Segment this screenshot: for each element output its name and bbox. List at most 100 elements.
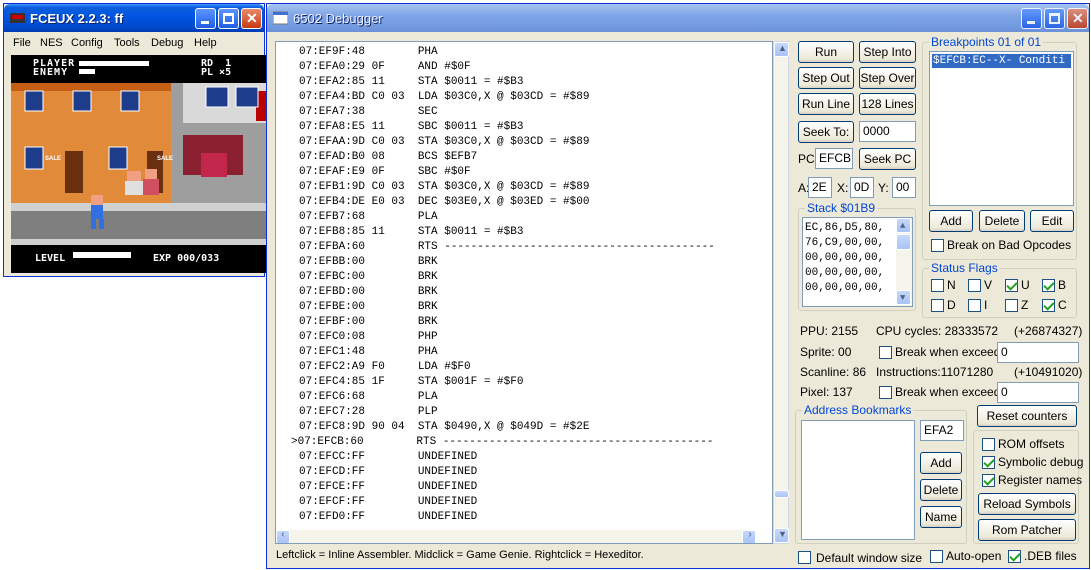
disassembly-line[interactable]: 07:EFBC:00 BRK [299, 270, 438, 285]
close-button[interactable]: ✕ [1067, 8, 1088, 29]
disassembly-line[interactable]: 07:EFB1:9D C0 03 STA $03C0,X @ $03CD = #… [299, 180, 589, 195]
disassembly-line[interactable]: 07:EFC6:68 PLA [299, 390, 438, 405]
instructions-break-checkbox[interactable] [879, 386, 892, 399]
deb-files-checkbox[interactable] [1008, 550, 1021, 563]
rom-offsets-checkbox[interactable] [982, 438, 995, 451]
disassembly-line[interactable]: 07:EFC2:A9 F0 LDA #$F0 [299, 360, 471, 375]
reset-counters-button[interactable]: Reset counters [977, 405, 1077, 427]
disassembly-view[interactable]: 07:EF9F:48 PHA 07:EFA0:29 0F AND #$0F 07:E… [275, 41, 773, 544]
run-128-lines-button[interactable]: 128 Lines [859, 93, 916, 115]
disassembly-line[interactable]: 07:EFBF:00 BRK [299, 315, 438, 330]
seek-pc-button[interactable]: Seek PC [859, 148, 916, 170]
step-out-button[interactable]: Step Out [798, 67, 854, 89]
fceux-titlebar[interactable]: FCEUX 2.2.3: ff ✕ [4, 4, 264, 32]
cycles-break-checkbox[interactable] [879, 346, 892, 359]
maximize-button[interactable] [1044, 8, 1065, 29]
break-on-bad-opcodes-checkbox[interactable] [931, 239, 944, 252]
disassembly-vscrollbar[interactable]: ▲ ▼ [773, 41, 789, 544]
disassembly-line[interactable]: 07:EFCF:FF UNDEFINED [299, 495, 477, 510]
auto-open-checkbox[interactable] [930, 550, 943, 563]
menu-tools[interactable]: Tools [114, 37, 140, 49]
disassembly-line[interactable]: 07:EFA0:29 0F AND #$0F [299, 60, 471, 75]
default-window-size-checkbox[interactable] [798, 551, 811, 564]
scroll-up-button[interactable]: ▲ [896, 218, 911, 233]
menu-file[interactable]: File [13, 37, 31, 49]
bookmark-add-button[interactable]: Add [920, 452, 962, 474]
disassembly-line[interactable]: 07:EFBE:00 BRK [299, 300, 438, 315]
disassembly-line[interactable]: 07:EF9F:48 PHA [299, 45, 438, 60]
breakpoint-delete-button[interactable]: Delete [979, 210, 1025, 232]
disassembly-line[interactable]: 07:EFC1:48 PHA [299, 345, 438, 360]
scroll-up-button[interactable]: ▲ [774, 42, 789, 57]
disassembly-line[interactable]: 07:EFAF:E9 0F SBC #$0F [299, 165, 471, 180]
disassembly-line[interactable]: 07:EFCD:FF UNDEFINED [299, 465, 477, 480]
disassembly-hscrollbar[interactable]: ‹ › [276, 530, 756, 543]
flag-v-checkbox[interactable] [968, 279, 981, 292]
flag-d-checkbox[interactable] [931, 299, 944, 312]
disassembly-line[interactable]: 07:EFA2:85 11 STA $0011 = #$B3 [299, 75, 523, 90]
close-button[interactable]: ✕ [241, 8, 262, 29]
disassembly-line[interactable]: 07:EFA4:BD C0 03 LDA $03C0,X @ $03CD = #… [299, 90, 589, 105]
x-register-input[interactable]: 0D [850, 177, 874, 198]
disassembly-line[interactable]: 07:EFC7:28 PLP [299, 405, 438, 420]
stack-view[interactable]: EC,86,D5,80, 76,C9,00,00, 00,00,00,00, 0… [802, 217, 913, 307]
disassembly-line[interactable]: 07:EFAD:B0 08 BCS $EFB7 [299, 150, 477, 165]
reload-symbols-button[interactable]: Reload Symbols [978, 493, 1076, 515]
a-register-input[interactable]: 2E [808, 177, 832, 198]
flag-z-checkbox[interactable] [1005, 299, 1018, 312]
disassembly-line[interactable]: 07:EFA8:E5 11 SBC $0011 = #$B3 [299, 120, 523, 135]
scroll-left-button[interactable]: ‹ [276, 530, 290, 543]
minimize-button[interactable] [1021, 8, 1042, 29]
instructions-exceed-input[interactable]: 0 [997, 382, 1079, 403]
bookmark-name-button[interactable]: Name [920, 506, 962, 528]
game-screen[interactable]: PLAYER ENEMY RD 1 PL ×5 LEVEL EXP 000/03… [11, 55, 266, 273]
scroll-right-button[interactable]: › [742, 530, 756, 543]
flag-c-checkbox[interactable] [1042, 299, 1055, 312]
disassembly-line[interactable]: 07:EFD0:FF UNDEFINED [299, 510, 477, 525]
run-line-button[interactable]: Run Line [798, 93, 854, 115]
pc-input[interactable]: EFCB [815, 148, 853, 169]
debugger-titlebar[interactable]: 6502 Debugger ✕ [267, 4, 1089, 32]
seek-to-button[interactable]: Seek To: [798, 121, 854, 143]
step-over-button[interactable]: Step Over [859, 67, 916, 89]
breakpoint-add-button[interactable]: Add [929, 210, 973, 232]
menu-help[interactable]: Help [194, 37, 217, 49]
disassembly-line[interactable]: 07:EFB8:85 11 STA $0011 = #$B3 [299, 225, 523, 240]
disassembly-line[interactable]: 07:EFC0:08 PHP [299, 330, 438, 345]
disassembly-line[interactable]: 07:EFBA:60 RTS -------------------------… [299, 240, 715, 255]
maximize-button[interactable] [218, 8, 239, 29]
bookmark-address-input[interactable]: EFA2 [920, 420, 964, 441]
menu-nes[interactable]: NES [40, 37, 63, 49]
scroll-down-button[interactable]: ▼ [896, 290, 911, 305]
disassembly-line[interactable]: 07:EFB4:DE E0 03 DEC $03E0,X @ $03ED = #… [299, 195, 589, 210]
flag-b-checkbox[interactable] [1042, 279, 1055, 292]
register-names-checkbox[interactable] [982, 474, 995, 487]
disassembly-line[interactable]: 07:EFCE:FF UNDEFINED [299, 480, 477, 495]
disassembly-line[interactable]: 07:EFAA:9D C0 03 STA $03C0,X @ $03CD = #… [299, 135, 589, 150]
bookmark-delete-button[interactable]: Delete [920, 479, 962, 501]
flag-n-checkbox[interactable] [931, 279, 944, 292]
disassembly-line[interactable]: 07:EFCC:FF UNDEFINED [299, 450, 477, 465]
symbolic-debug-checkbox[interactable] [982, 456, 995, 469]
menu-debug[interactable]: Debug [151, 37, 183, 49]
flag-i-checkbox[interactable] [968, 299, 981, 312]
run-button[interactable]: Run [798, 41, 854, 63]
disassembly-line[interactable]: 07:EFB7:68 PLA [299, 210, 438, 225]
seek-to-input[interactable]: 0000 [859, 121, 916, 142]
menu-config[interactable]: Config [71, 37, 103, 49]
scroll-down-button[interactable]: ▼ [774, 528, 789, 543]
breakpoints-list[interactable]: $EFCB:EC--X- Conditi [929, 51, 1074, 206]
scroll-thumb[interactable] [896, 234, 911, 250]
disassembly-line[interactable]: 07:EFC8:9D 90 04 STA $0490,X @ $049D = #… [299, 420, 589, 435]
disassembly-line[interactable]: 07:EFA7:38 SEC [299, 105, 438, 120]
y-register-input[interactable]: 00 [892, 177, 916, 198]
minimize-button[interactable] [195, 8, 216, 29]
step-into-button[interactable]: Step Into [859, 41, 916, 63]
disassembly-line[interactable]: >07:EFCB:60 RTS ------------------------… [291, 435, 713, 450]
breakpoint-item[interactable]: $EFCB:EC--X- Conditi [931, 53, 1072, 69]
breakpoint-edit-button[interactable]: Edit [1030, 210, 1074, 232]
stack-scrollbar[interactable]: ▲ ▼ [896, 218, 912, 306]
flag-u-checkbox[interactable] [1005, 279, 1018, 292]
rom-patcher-button[interactable]: Rom Patcher [978, 519, 1076, 541]
disassembly-line[interactable]: 07:EFBD:00 BRK [299, 285, 438, 300]
